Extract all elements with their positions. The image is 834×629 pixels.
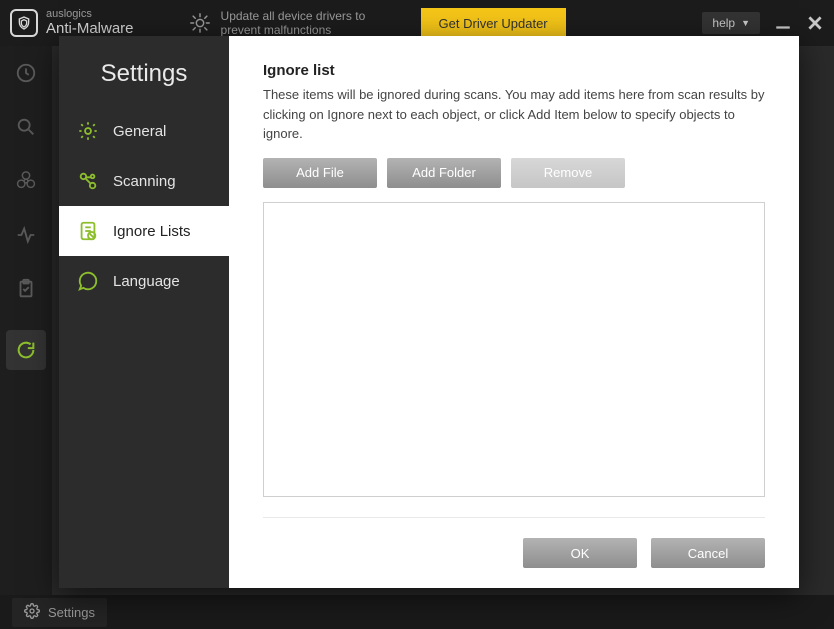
update-hint: Update all device drivers to prevent mal… [189, 9, 401, 38]
ok-button[interactable]: OK [523, 538, 637, 568]
help-dropdown[interactable]: help ▼ [702, 12, 760, 34]
settings-sidebar: Settings General Scanning Ignore Lists L… [59, 36, 229, 588]
rail-search-icon[interactable] [13, 114, 39, 140]
nav-general-label: General [113, 123, 166, 140]
help-label: help [712, 16, 735, 30]
rail-activity-icon[interactable] [13, 222, 39, 248]
nav-language-label: Language [113, 273, 180, 290]
cancel-button[interactable]: Cancel [651, 538, 765, 568]
status-settings-button[interactable]: Settings [12, 598, 107, 627]
nav-scanning-label: Scanning [113, 173, 176, 190]
rail-clipboard-icon[interactable] [13, 276, 39, 302]
chevron-down-icon: ▼ [741, 18, 750, 28]
settings-title: Settings [59, 36, 229, 106]
gear-icon [24, 603, 40, 622]
add-file-button[interactable]: Add File [263, 158, 377, 188]
ignore-action-row: Add File Add Folder Remove [263, 158, 765, 188]
rail-refresh-icon[interactable] [6, 330, 46, 370]
close-button[interactable] [806, 14, 824, 32]
nav-scanning[interactable]: Scanning [59, 156, 229, 206]
nav-ignore-lists-label: Ignore Lists [113, 223, 191, 240]
nav-ignore-lists[interactable]: Ignore Lists [59, 206, 229, 256]
add-folder-button[interactable]: Add Folder [387, 158, 501, 188]
product-label: Anti-Malware [46, 21, 134, 37]
remove-button[interactable]: Remove [511, 158, 625, 188]
get-driver-updater-button[interactable]: Get Driver Updater [421, 8, 566, 39]
app-window: auslogics Anti-Malware Update all device… [0, 0, 834, 629]
sun-icon [189, 12, 211, 34]
dialog-footer: OK Cancel [263, 517, 765, 568]
nav-general[interactable]: General [59, 106, 229, 156]
statusbar: Settings [0, 595, 834, 629]
rail-dashboard-icon[interactable] [13, 60, 39, 86]
minimize-button[interactable] [774, 14, 792, 32]
update-hint-text: Update all device drivers to prevent mal… [221, 9, 401, 38]
pane-heading: Ignore list [263, 62, 765, 79]
ignore-list-box[interactable] [263, 202, 765, 498]
rail-biohazard-icon[interactable] [13, 168, 39, 194]
shield-logo-icon [10, 9, 38, 37]
nav-language[interactable]: Language [59, 256, 229, 306]
app-logo: auslogics Anti-Malware [10, 9, 134, 37]
status-settings-label: Settings [48, 605, 95, 620]
settings-dialog: Settings General Scanning Ignore Lists L… [59, 36, 799, 588]
settings-pane: Ignore list These items will be ignored … [229, 36, 799, 588]
pane-description: These items will be ignored during scans… [263, 85, 765, 144]
side-rail [0, 46, 52, 595]
